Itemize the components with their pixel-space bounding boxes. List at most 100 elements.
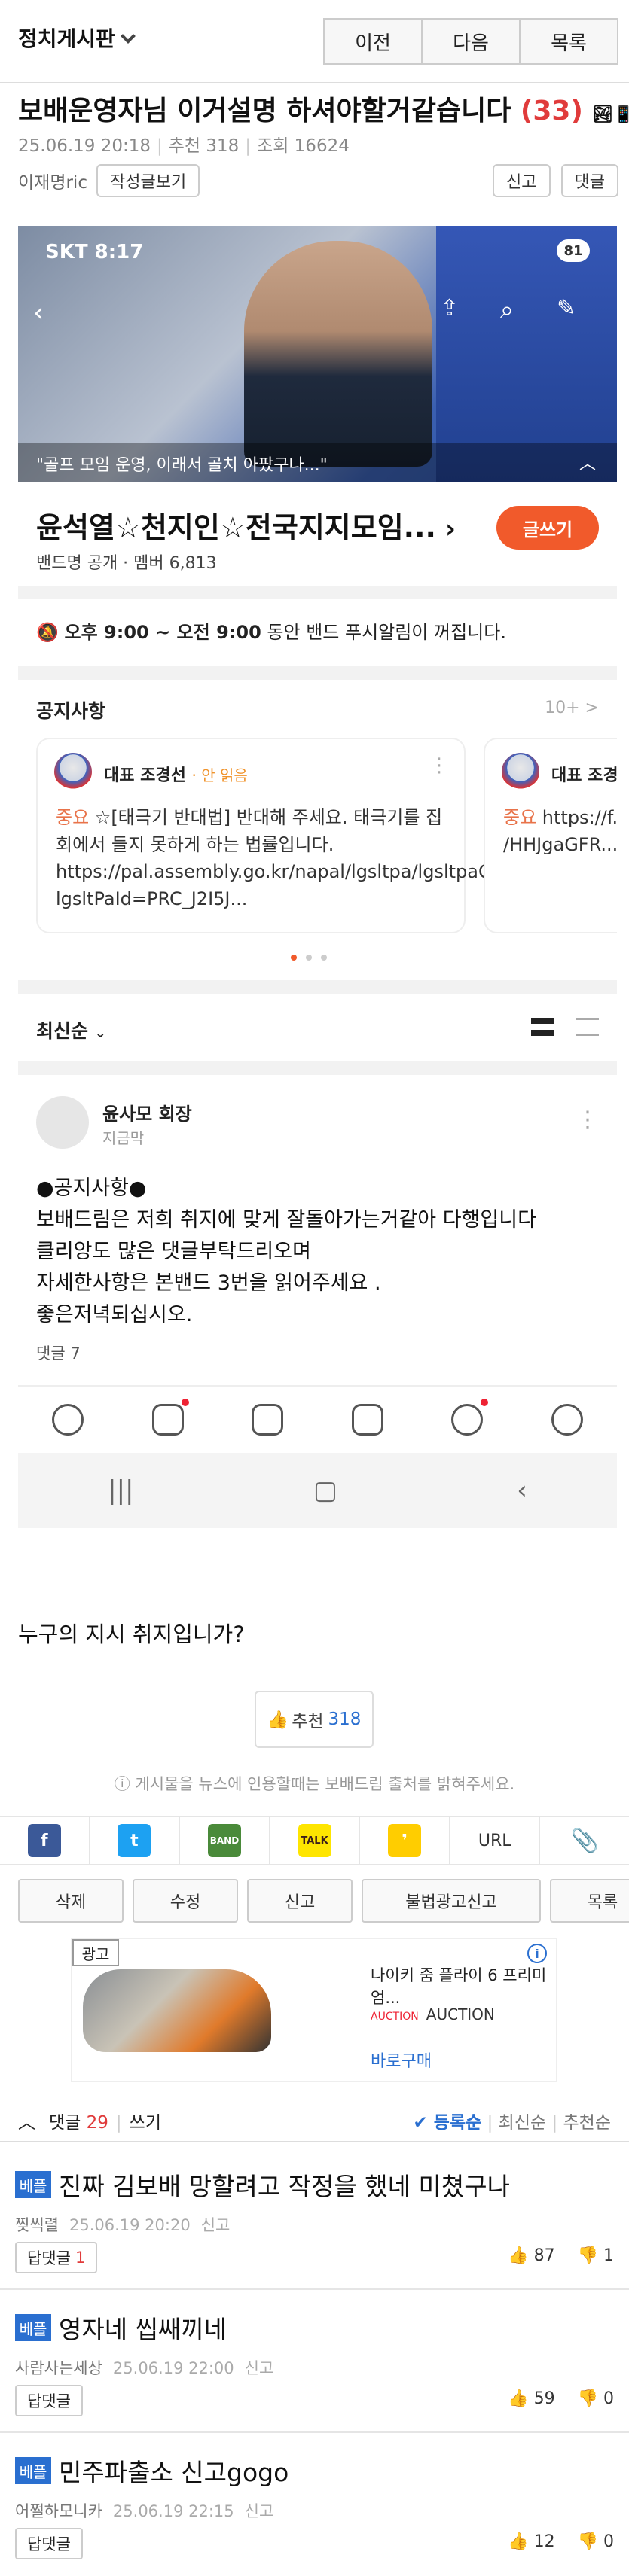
- write-comment-link[interactable]: 쓰기: [130, 2113, 161, 2133]
- reply-button[interactable]: 답댓글: [15, 2385, 83, 2416]
- report-post-button[interactable]: 신고: [247, 1879, 353, 1923]
- recommend-button[interactable]: 👍 추천 318: [255, 1691, 374, 1748]
- divider: [18, 586, 617, 599]
- notice-card-2[interactable]: 대표 조경 중요 https://f... /HHJgaGFR...: [484, 738, 617, 933]
- reply-button[interactable]: 답댓글: [15, 2528, 83, 2559]
- top-bar: 정치게시판 이전 다음 목록: [0, 0, 629, 83]
- calendar-icon[interactable]: [252, 1404, 284, 1436]
- share-kakaotalk[interactable]: TALK: [270, 1817, 361, 1864]
- comment-item: 베플 진짜 김보배 망할려고 작정을 했네 미쳤구나 찢씩렬 25.06.19 2…: [0, 2147, 629, 2290]
- notice-body-2: 중요 https://f... /HHJgaGFR...: [503, 804, 617, 858]
- list-bottom-button[interactable]: 목록: [550, 1879, 629, 1923]
- source-note: ⓘ 게시물을 뉴스에 인용할때는 보배드림 출처를 밝혀주세요.: [114, 1775, 515, 1793]
- comment-text: 영자네 씹쌔끼네: [59, 2315, 227, 2344]
- downvote[interactable]: 👎 0: [578, 2389, 614, 2408]
- thumbs-up-icon: 👍: [508, 2389, 529, 2408]
- person-photo: [244, 241, 432, 467]
- share-facebook[interactable]: f: [0, 1817, 90, 1864]
- comment-button[interactable]: 댓글: [560, 164, 618, 197]
- view-posts-button[interactable]: 작성글보기: [96, 164, 200, 197]
- sort-label: 최신순: [36, 1020, 89, 1042]
- members-icon[interactable]: [451, 1399, 489, 1436]
- downvote[interactable]: 👎 1: [578, 2246, 614, 2265]
- comment-votes: 👍 12 👎 0: [508, 2532, 614, 2551]
- comments-label: 댓글: [49, 2113, 81, 2133]
- post-actions: 삭제 수정 신고 불법광고신고 목록: [18, 1879, 629, 1923]
- more-icon[interactable]: ⋮: [576, 1107, 599, 1133]
- share-kakaostory[interactable]: ❜: [360, 1817, 450, 1864]
- post-question: 누구의 지시 취지입니가?: [18, 1621, 245, 1647]
- ad-shop: AUCTION AUCTION: [371, 2005, 495, 2023]
- edit-button[interactable]: 수정: [133, 1879, 238, 1923]
- prev-button[interactable]: 이전: [323, 18, 423, 65]
- post-author[interactable]: 이재명ric: [18, 168, 87, 193]
- write-button[interactable]: 글쓰기: [496, 506, 599, 550]
- avatar: [502, 753, 539, 790]
- board-selector[interactable]: 정치게시판: [18, 23, 136, 53]
- report-button[interactable]: 신고: [493, 164, 551, 197]
- share-twitter[interactable]: t: [90, 1817, 181, 1864]
- unread-label: · 안 읽음: [191, 766, 248, 784]
- share-attach[interactable]: 📎: [540, 1817, 629, 1864]
- downvote[interactable]: 👎 0: [578, 2532, 614, 2551]
- comment-report[interactable]: 신고: [245, 2359, 274, 2377]
- sort-recommended[interactable]: 추천순: [563, 2113, 611, 2133]
- facebook-icon: f: [27, 1824, 61, 1857]
- share-band[interactable]: BAND: [180, 1817, 270, 1864]
- ad-banner[interactable]: 광고 i 나이키 줌 플라이 6 프리미엄... AUCTION AUCTION …: [71, 1938, 557, 2082]
- recent-apps-icon[interactable]: |||: [108, 1475, 133, 1506]
- recommend-label: 추천: [292, 1712, 324, 1731]
- gear-icon[interactable]: [551, 1404, 583, 1436]
- card-view-icon[interactable]: [531, 1018, 554, 1036]
- notice-card[interactable]: 대표 조경선 · 안 읽음 ⋮ 중요 ☆[태극기 반대법] 반대해 주세요. 태…: [36, 738, 586, 933]
- upvote[interactable]: 👍 12: [508, 2532, 554, 2551]
- illegal-ad-report-button[interactable]: 불법광고신고: [362, 1879, 541, 1923]
- chevron-down-icon: [120, 29, 136, 44]
- sort-latest[interactable]: 최신순: [499, 2113, 546, 2133]
- mobile-icon: 📱: [613, 105, 629, 124]
- comment-author[interactable]: 어쩔하모니카: [15, 2502, 102, 2520]
- url-label: URL: [478, 1831, 511, 1850]
- reply-button[interactable]: 답댓글 1: [15, 2242, 98, 2273]
- delete-button[interactable]: 삭제: [18, 1879, 124, 1923]
- info-icon[interactable]: i: [527, 1944, 547, 1963]
- back-icon[interactable]: ‹: [517, 1475, 527, 1506]
- notice-more[interactable]: 10+ >: [545, 699, 599, 717]
- home-icon[interactable]: ▢: [313, 1475, 337, 1506]
- more-icon[interactable]: ⋮: [429, 754, 449, 777]
- comment-author[interactable]: 사람사는세상: [15, 2359, 102, 2377]
- list-button[interactable]: 목록: [519, 18, 618, 65]
- sort-selector[interactable]: 최신순 ⌄: [36, 1016, 106, 1043]
- comment-text: 진짜 김보배 망할려고 작정을 했네 미쳤구나: [59, 2172, 510, 2201]
- list-view-icon[interactable]: [576, 1018, 599, 1036]
- android-nav-bar: ||| ▢ ‹: [18, 1453, 617, 1528]
- push-note-text: 동안 밴드 푸시알림이 꺼집니다.: [261, 622, 506, 643]
- thumbs-down-icon: 👎: [577, 2246, 598, 2265]
- comment-report[interactable]: 신고: [245, 2502, 274, 2520]
- check-icon[interactable]: [351, 1404, 383, 1436]
- thumbs-up-icon: 👍: [508, 2532, 529, 2551]
- divider: [18, 666, 617, 680]
- comment-votes: 👍 87 👎 1: [508, 2246, 614, 2265]
- band-post-comments[interactable]: 댓글 7: [36, 1341, 81, 1364]
- chevron-up-icon[interactable]: ︿: [18, 2113, 35, 2133]
- chevron-right-icon: ›: [444, 514, 456, 544]
- band-name[interactable]: 윤석열☆천지인☆전국지지모임... ›: [36, 504, 456, 546]
- sort-registered[interactable]: ✔ 등록순: [414, 2113, 482, 2133]
- band-post-author[interactable]: 윤사모 회장: [102, 1099, 192, 1125]
- chat-icon[interactable]: [52, 1404, 84, 1436]
- post-date: 25.06.19 20:18: [18, 136, 151, 156]
- comments-count: 29: [86, 2113, 108, 2133]
- comment-meta: 찢씩렬 25.06.19 20:20 신고: [15, 2213, 230, 2236]
- comment-author[interactable]: 찢씩렬: [15, 2216, 59, 2234]
- upvote[interactable]: 👍 59: [508, 2389, 554, 2408]
- share-url[interactable]: URL: [450, 1817, 541, 1864]
- next-button[interactable]: 다음: [421, 18, 521, 65]
- notice-author-2: 대표 조경: [551, 766, 617, 785]
- reply-label: 답댓글: [27, 2249, 71, 2267]
- push-note-time: 오후 9:00 ~ 오전 9:00: [64, 622, 261, 643]
- comment-report[interactable]: 신고: [201, 2216, 231, 2234]
- ad-buy-button[interactable]: 바로구매: [371, 2048, 432, 2072]
- upvote[interactable]: 👍 87: [508, 2246, 554, 2265]
- photo-icon[interactable]: [151, 1399, 189, 1436]
